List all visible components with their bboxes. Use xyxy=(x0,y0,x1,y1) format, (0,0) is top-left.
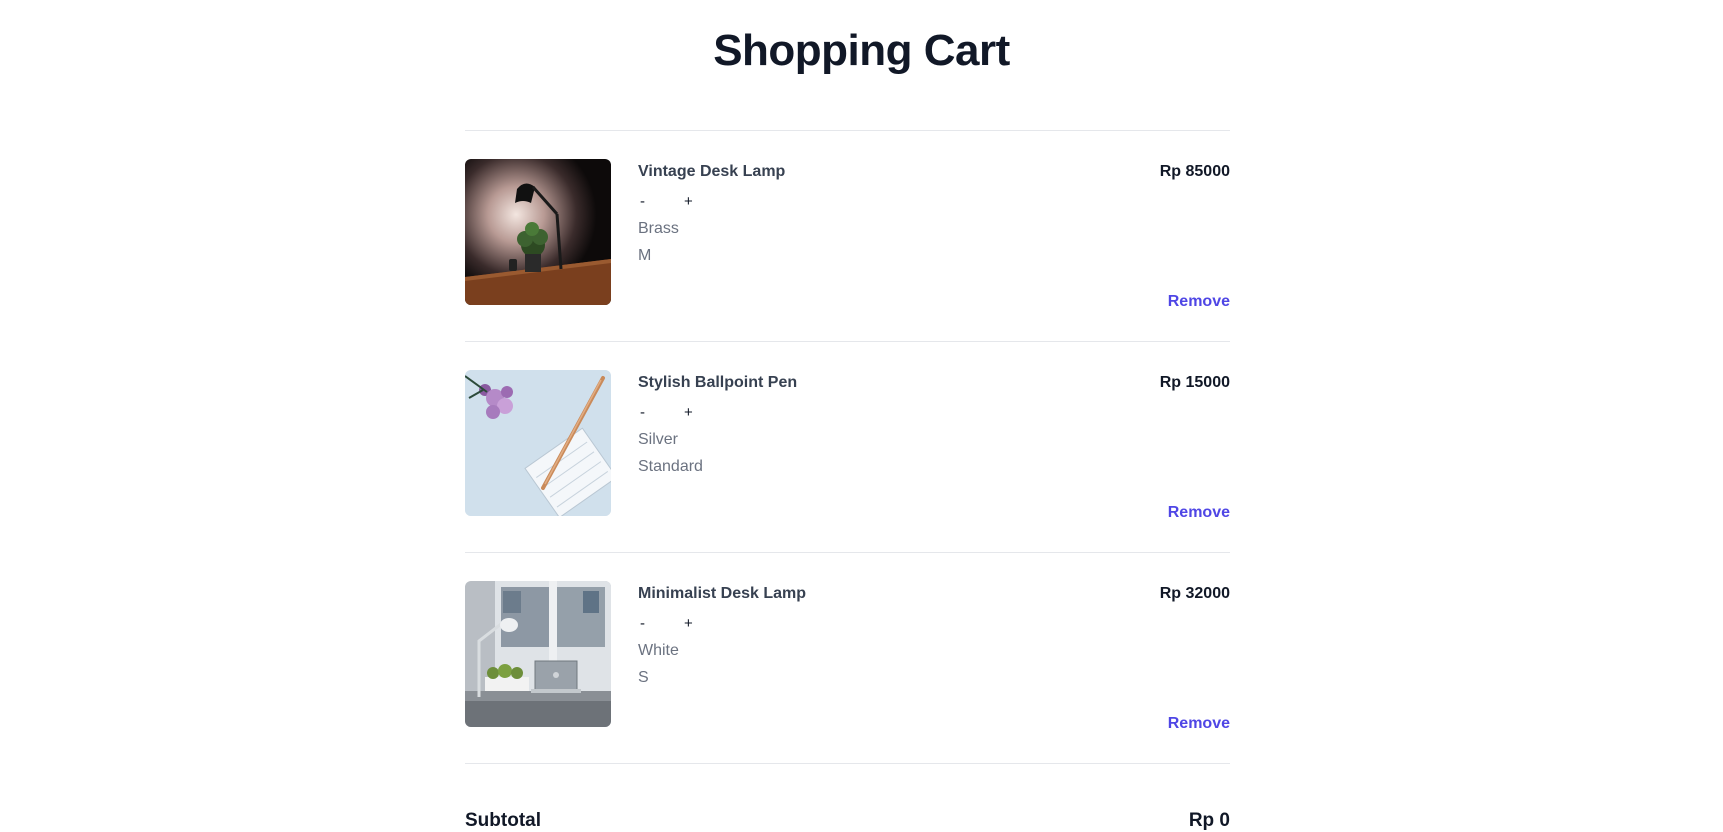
increment-button[interactable]: + xyxy=(682,615,695,633)
item-info: Minimalist Desk Lamp - + White S xyxy=(638,583,806,688)
item-price: Rp 32000 xyxy=(1159,585,1230,602)
item-size: M xyxy=(638,247,652,264)
item-info: Stylish Ballpoint Pen - + Silver Standar… xyxy=(638,372,797,477)
quantity-stepper: - + xyxy=(638,404,797,422)
page-title: Shopping Cart xyxy=(713,26,1010,75)
cart-item: Vintage Desk Lamp - + Brass M Rp 85000 R… xyxy=(465,131,1230,341)
item-name[interactable]: Stylish Ballpoint Pen xyxy=(638,372,797,394)
cart-item: Stylish Ballpoint Pen - + Silver Standar… xyxy=(465,342,1230,552)
quantity-stepper: - + xyxy=(638,193,785,211)
subtotal-label: Subtotal xyxy=(465,810,541,831)
item-color: Brass xyxy=(638,220,679,237)
item-name[interactable]: Minimalist Desk Lamp xyxy=(638,583,806,605)
product-image-vintage-desk-lamp[interactable] xyxy=(465,159,611,305)
product-image-minimalist-desk-lamp[interactable] xyxy=(465,581,611,727)
product-image-stylish-ballpoint-pen[interactable] xyxy=(465,370,611,516)
cart-item: Minimalist Desk Lamp - + White S Rp 3200… xyxy=(465,553,1230,763)
item-color: Silver xyxy=(638,431,679,448)
remove-button[interactable]: Remove xyxy=(1168,713,1230,735)
cart-list: Vintage Desk Lamp - + Brass M Rp 85000 R… xyxy=(465,130,1230,831)
quantity-stepper: - + xyxy=(638,615,806,633)
increment-button[interactable]: + xyxy=(682,193,695,211)
item-color: White xyxy=(638,642,679,659)
decrement-button[interactable]: - xyxy=(638,193,647,211)
remove-button[interactable]: Remove xyxy=(1168,502,1230,524)
item-price: Rp 15000 xyxy=(1159,374,1230,391)
item-price: Rp 85000 xyxy=(1159,163,1230,180)
item-size: Standard xyxy=(638,458,703,475)
decrement-button[interactable]: - xyxy=(638,615,647,633)
item-info: Vintage Desk Lamp - + Brass M xyxy=(638,161,785,266)
item-size: S xyxy=(638,669,649,686)
remove-button[interactable]: Remove xyxy=(1168,291,1230,313)
item-name[interactable]: Vintage Desk Lamp xyxy=(638,161,785,183)
subtotal-row: Subtotal Rp 0 xyxy=(465,764,1230,831)
increment-button[interactable]: + xyxy=(682,404,695,422)
subtotal-value: Rp 0 xyxy=(1188,810,1230,831)
decrement-button[interactable]: - xyxy=(638,404,647,422)
